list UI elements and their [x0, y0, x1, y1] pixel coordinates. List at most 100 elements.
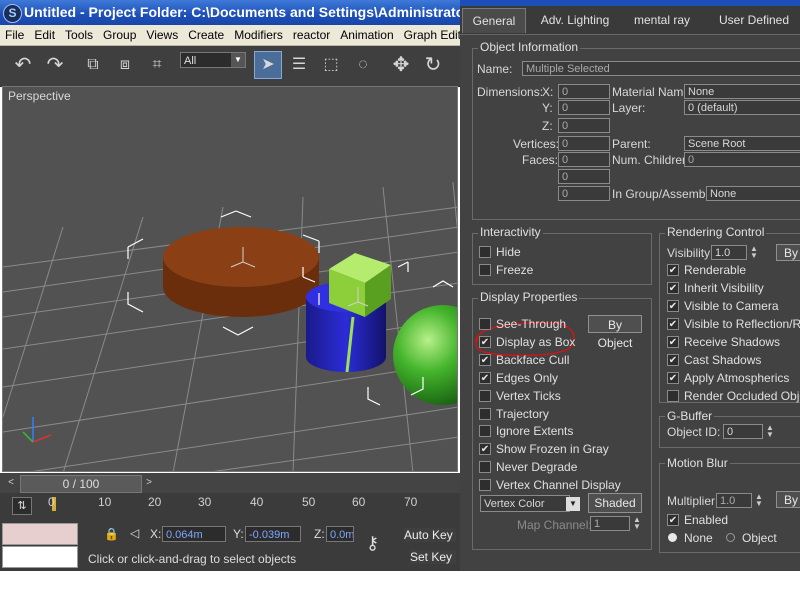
multiplier-field[interactable]: 1.0	[716, 493, 752, 508]
move-icon[interactable]: ✥	[388, 52, 414, 78]
show-frozen-in-gray-checkbox[interactable]: ✔	[479, 443, 491, 456]
hide-checkbox[interactable]	[479, 246, 491, 258]
coord-x-field[interactable]: 0.064m	[162, 526, 226, 542]
render-occluded-object-checkbox[interactable]	[667, 390, 679, 402]
track-bar-lock-icon[interactable]: ⇅	[12, 497, 32, 515]
maxscript-listener-white[interactable]	[2, 546, 78, 568]
vertex-channel-display-checkbox[interactable]	[479, 479, 491, 492]
menu-reactor[interactable]: reactor	[288, 25, 335, 45]
renderable-checkbox[interactable]: ✔	[667, 264, 679, 276]
dialog-tabs: General Adv. Lighting mental ray User De…	[460, 6, 800, 35]
track-bar[interactable]: ⇅ 0 10 20 30 40 50 60 70	[0, 493, 460, 521]
vertex-color-dropdown[interactable]: Vertex Color	[480, 495, 570, 512]
menu-group[interactable]: Group	[98, 25, 141, 45]
extra-field-2: 0	[558, 186, 610, 201]
visible-to-camera-checkbox[interactable]: ✔	[667, 300, 679, 312]
motion-blur-object-radio[interactable]	[726, 533, 735, 542]
freeze-checkbox[interactable]	[479, 264, 491, 276]
time-next-button[interactable]: >	[142, 475, 156, 491]
menu-views[interactable]: Views	[141, 25, 183, 45]
trajectory-checkbox[interactable]	[479, 407, 491, 420]
cast-shadows-checkbox[interactable]: ✔	[667, 354, 679, 366]
set-key-button[interactable]: Set Key	[410, 550, 456, 564]
dim-y-label: Y:	[542, 101, 553, 115]
app-logo-icon: S	[3, 4, 22, 23]
display-as-box-checkbox[interactable]: ✔	[479, 335, 491, 348]
menu-graph-editors[interactable]: Graph Editors	[399, 25, 460, 45]
motion-blur-by-button[interactable]: By	[776, 491, 800, 508]
visibility-by-button[interactable]: By	[776, 244, 800, 261]
title-bar: S Untitled - Project Folder: C:\Document…	[0, 0, 460, 25]
receive-shadows-checkbox[interactable]: ✔	[667, 336, 679, 348]
unlink-selection-icon[interactable]: ⧈	[112, 52, 138, 78]
menu-create[interactable]: Create	[183, 25, 229, 45]
time-prev-button[interactable]: <	[4, 475, 18, 491]
object-id-field[interactable]: 0	[723, 424, 763, 439]
dim-y-field: 0	[558, 100, 610, 115]
rendering-control-title: Rendering Control	[665, 225, 767, 239]
select-and-link-icon[interactable]: ⧉	[80, 52, 106, 78]
coord-y-field[interactable]: -0.039m	[245, 526, 301, 542]
backface-cull-checkbox[interactable]: ✔	[479, 353, 491, 366]
auto-key-button[interactable]: Auto Key	[404, 528, 456, 542]
chevron-down-icon[interactable]: ▼	[566, 497, 580, 511]
select-object-icon[interactable]: ➤	[254, 51, 282, 79]
rotate-icon[interactable]: ↻	[420, 52, 446, 78]
rectangular-selection-icon[interactable]: ⬚	[318, 52, 344, 78]
brown-cylinder[interactable]	[163, 227, 319, 317]
green-sphere[interactable]	[393, 305, 458, 405]
maxscript-listener-pink[interactable]	[2, 523, 78, 545]
freeze-label: Freeze	[496, 263, 534, 277]
absolute-mode-icon[interactable]: ◁	[130, 526, 139, 540]
tab-general[interactable]: General	[462, 8, 526, 33]
map-channel-field[interactable]: 1	[590, 516, 630, 531]
bind-to-space-warp-icon[interactable]: ⌗	[144, 52, 170, 78]
apply-atmospherics-checkbox[interactable]: ✔	[667, 372, 679, 384]
tick-label: 50	[302, 495, 316, 509]
menu-file[interactable]: File	[0, 25, 29, 45]
window-crossing-icon[interactable]: ◌	[350, 52, 376, 78]
vertices-label: Vertices:	[513, 137, 560, 151]
key-icon[interactable]: ⚷	[366, 533, 379, 554]
tab-mental-ray[interactable]: mental ray	[624, 8, 700, 32]
menu-modifiers[interactable]: Modifiers	[229, 25, 288, 45]
time-slider-thumb[interactable]: 0 / 100	[20, 475, 142, 493]
inherit-visibility-label: Inherit Visibility	[684, 281, 764, 295]
tick-label: 20	[148, 495, 162, 509]
time-slider[interactable]: < 0 / 100 >	[0, 473, 460, 493]
home-grid	[3, 181, 457, 471]
vertex-ticks-checkbox[interactable]	[479, 389, 491, 402]
inherit-visibility-checkbox[interactable]: ✔	[667, 282, 679, 294]
never-degrade-checkbox[interactable]	[479, 461, 491, 474]
dim-x-label: X:	[542, 85, 554, 99]
redo-icon[interactable]: ↷	[42, 52, 68, 78]
perspective-viewport[interactable]: Perspective	[2, 86, 458, 472]
visibility-field[interactable]: 1.0	[711, 245, 747, 260]
see-through-checkbox[interactable]	[479, 318, 491, 330]
enabled-checkbox[interactable]: ✔	[667, 514, 679, 526]
by-object-button[interactable]: By Object	[588, 315, 642, 350]
object-id-spinner-icon[interactable]: ▲ ▼	[765, 424, 775, 439]
name-field[interactable]: Multiple Selected	[522, 61, 800, 76]
taskbar-strip	[0, 571, 800, 600]
visible-to-reflection-ref-checkbox[interactable]: ✔	[667, 318, 679, 330]
tab-user-defined[interactable]: User Defined	[710, 8, 798, 32]
coord-z-field[interactable]: 0.0m	[326, 526, 354, 542]
tab-adv-lighting[interactable]: Adv. Lighting	[530, 8, 620, 32]
menu-animation[interactable]: Animation	[335, 25, 398, 45]
visibility-spinner-icon[interactable]: ▲ ▼	[749, 245, 759, 260]
lock-icon[interactable]: 🔒	[104, 527, 119, 541]
menu-edit[interactable]: Edit	[29, 25, 60, 45]
selection-filter-dropdown[interactable]: All ▼	[180, 52, 246, 68]
motion-blur-none-radio[interactable]	[668, 533, 677, 542]
shaded-button[interactable]: Shaded	[588, 493, 642, 513]
vertices-field: 0	[558, 136, 610, 151]
undo-icon[interactable]: ↶	[10, 52, 36, 78]
edges-only-label: Edges Only	[496, 370, 559, 385]
edges-only-checkbox[interactable]: ✔	[479, 371, 491, 384]
map-channel-spinner-icon[interactable]: ▲ ▼	[632, 516, 642, 531]
ignore-extents-checkbox[interactable]	[479, 425, 491, 438]
multiplier-spinner-icon[interactable]: ▲ ▼	[754, 493, 764, 508]
select-by-name-icon[interactable]: ☰	[286, 52, 312, 78]
menu-tools[interactable]: Tools	[60, 25, 98, 45]
